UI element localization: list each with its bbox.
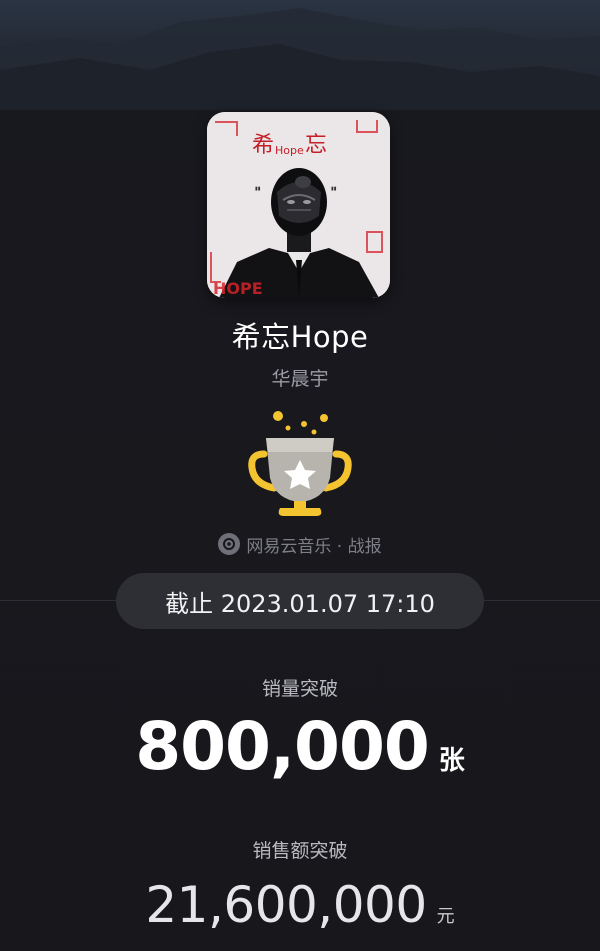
svg-text:忘: 忘	[305, 133, 327, 158]
album-title: 希忘Hope	[231, 320, 369, 354]
date-pill: 截止 2023.01.07 17:10	[116, 573, 484, 629]
sales-unit: 张	[438, 746, 465, 776]
revenue-value: 21,600,000	[145, 876, 427, 934]
svg-text:▮▮: ▮▮	[255, 186, 261, 192]
source-label: 网易云音乐 · 战报	[246, 536, 382, 557]
album-cover-art: 希 Hope 忘 ▮▮ ▮▮ HOPE	[207, 112, 390, 298]
cover-bottom-text: HOPE	[213, 279, 263, 298]
artist-name[interactable]: 华晨宇	[0, 364, 600, 391]
trophy-star-icon	[248, 411, 352, 516]
revenue-label: 销售额突破	[252, 840, 348, 862]
revenue-metric: 21,600,000 元	[0, 876, 600, 946]
cover-title-text: 希	[252, 133, 274, 158]
sales-label: 销量突破	[261, 678, 338, 700]
sales-metric: 800,000 张	[0, 708, 600, 798]
sales-value: 800,000	[135, 708, 430, 785]
sales-report-page: 希 Hope 忘 ▮▮ ▮▮ HOPE 希忘Hope 华晨宇 网易云音乐 · 战…	[0, 0, 600, 951]
album-cover[interactable]: 希 Hope 忘 ▮▮ ▮▮ HOPE	[207, 112, 390, 298]
svg-text:Hope: Hope	[275, 144, 304, 157]
source-attribution: 网易云音乐 · 战报	[0, 532, 600, 557]
svg-text:▮▮: ▮▮	[331, 186, 337, 192]
revenue-unit: 元	[436, 906, 455, 927]
netease-music-logo-icon	[218, 533, 241, 555]
